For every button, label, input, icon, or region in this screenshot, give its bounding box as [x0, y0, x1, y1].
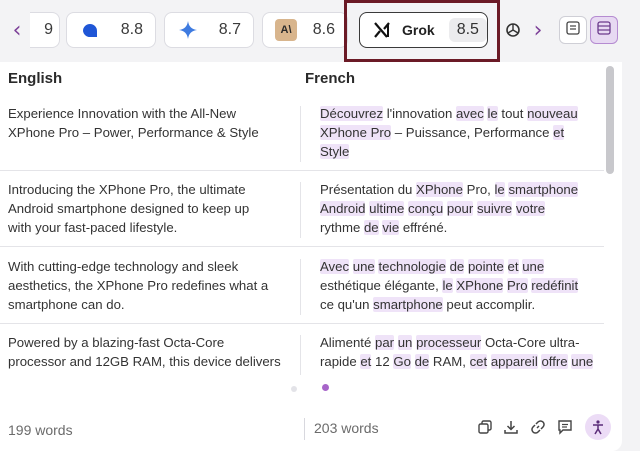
text-line: with your fast-paced lifestyle. — [8, 220, 178, 235]
copy-icon[interactable] — [474, 416, 496, 438]
column-divider — [300, 106, 301, 162]
row-divider — [0, 323, 604, 324]
target-word-count: 203 words — [314, 420, 379, 436]
text-line: Alimenté par un processeur Octa-Core ult… — [320, 335, 580, 350]
text-line: Avec une technologie de pointe et une — [320, 259, 545, 274]
footer-divider — [304, 418, 305, 440]
text-line: ce qu'un smartphone peut accomplir. — [320, 297, 536, 312]
text-line: Présentation du XPhone Pro, le smartphon… — [320, 182, 579, 197]
model-card-grok[interactable]: Grok 8.5 — [359, 12, 488, 48]
text-line: Powered by a blazing-fast Octa-Core — [8, 335, 225, 350]
model-score: 8.8 — [120, 21, 143, 38]
target-segment-4[interactable]: Alimenté par un processeur Octa-Core ult… — [320, 333, 594, 371]
anthropic-icon: A\ — [275, 19, 297, 41]
blue-circle-model-icon — [79, 19, 101, 41]
model-score: 8.5 — [448, 18, 487, 42]
list-view-icon — [566, 20, 580, 40]
chevron-left-icon[interactable]: ‹ — [6, 18, 28, 43]
text-line: aesthetics, the XPhone Pro redefines wha… — [8, 278, 269, 293]
text-line: processor and 12GB RAM, this device deli… — [8, 354, 281, 369]
model-card-partial[interactable]: 9 — [30, 12, 60, 48]
link-icon[interactable] — [527, 416, 549, 438]
text-line: esthétique élégante, le XPhone Pro redéf… — [320, 278, 579, 293]
text-line: Experience Innovation with the All-New — [8, 106, 236, 121]
text-line: XPhone Pro – Power, Performance & Style — [8, 125, 259, 140]
column-divider — [300, 182, 301, 238]
scrollbar-thumb[interactable] — [606, 66, 614, 174]
download-icon[interactable] — [500, 416, 522, 438]
text-line: Introducing the XPhone Pro, the ultimate — [8, 182, 246, 197]
gemini-sparkle-icon — [177, 19, 199, 41]
split-view-button[interactable] — [590, 16, 618, 44]
text-line: With cutting-edge technology and sleek — [8, 259, 239, 274]
row-divider — [0, 170, 604, 171]
target-segment-2[interactable]: Présentation du XPhone Pro, le smartphon… — [320, 180, 579, 237]
text-line: Découvrez l'innovation avec le tout nouv… — [320, 106, 578, 121]
pagination-dot[interactable] — [291, 386, 297, 392]
model-card-gemini[interactable]: 8.7 — [164, 12, 254, 48]
target-column-header: French — [305, 70, 356, 87]
source-segment-3[interactable]: With cutting-edge technology and sleek a… — [8, 257, 268, 314]
source-column-header: English — [8, 70, 63, 87]
text-line: rythme de vie effréné. — [320, 220, 448, 235]
column-divider — [300, 335, 301, 375]
row-divider — [0, 246, 604, 247]
text-line: Android smartphone designed to keep up — [8, 201, 250, 216]
text-line: Style — [320, 144, 350, 159]
accessibility-icon[interactable] — [585, 414, 611, 440]
list-view-button[interactable] — [559, 16, 587, 44]
model-score: 8.7 — [218, 21, 241, 38]
source-segment-2[interactable]: Introducing the XPhone Pro, the ultimate… — [8, 180, 249, 237]
model-score: 9 — [44, 21, 53, 38]
comment-icon[interactable] — [554, 416, 576, 438]
target-segment-1[interactable]: Découvrez l'innovation avec le tout nouv… — [320, 104, 578, 161]
model-card-blue[interactable]: 8.8 — [66, 12, 156, 48]
source-segment-4[interactable]: Powered by a blazing-fast Octa-Core proc… — [8, 333, 281, 371]
source-word-count: 199 words — [8, 422, 73, 438]
text-line: rapide et 12 Go de RAM, cet appareil off… — [320, 354, 594, 369]
openai-icon[interactable] — [502, 19, 524, 41]
model-bar: ‹ 9 8.8 8.7 A\ 8.6 Grok 8.5 › — [0, 0, 640, 62]
translation-panel: English French Experience Innovation wit… — [0, 62, 622, 451]
split-view-icon — [597, 20, 611, 40]
model-name: Grok — [402, 22, 435, 38]
source-segment-1[interactable]: Experience Innovation with the All-New X… — [8, 104, 259, 142]
grok-x-icon — [372, 19, 392, 41]
pagination-dot-active[interactable] — [322, 384, 329, 391]
text-line: smartphone can do. — [8, 297, 125, 312]
text-line: Android ultime conçu pour suivre votre — [320, 201, 546, 216]
model-score: 8.6 — [312, 21, 335, 38]
target-segment-3[interactable]: Avec une technologie de pointe et une es… — [320, 257, 579, 314]
model-card-anthropic[interactable]: A\ 8.6 — [262, 12, 348, 48]
column-divider — [300, 259, 301, 315]
text-line: XPhone Pro – Puissance, Performance et — [320, 125, 565, 140]
chevron-right-icon[interactable]: › — [527, 18, 549, 43]
